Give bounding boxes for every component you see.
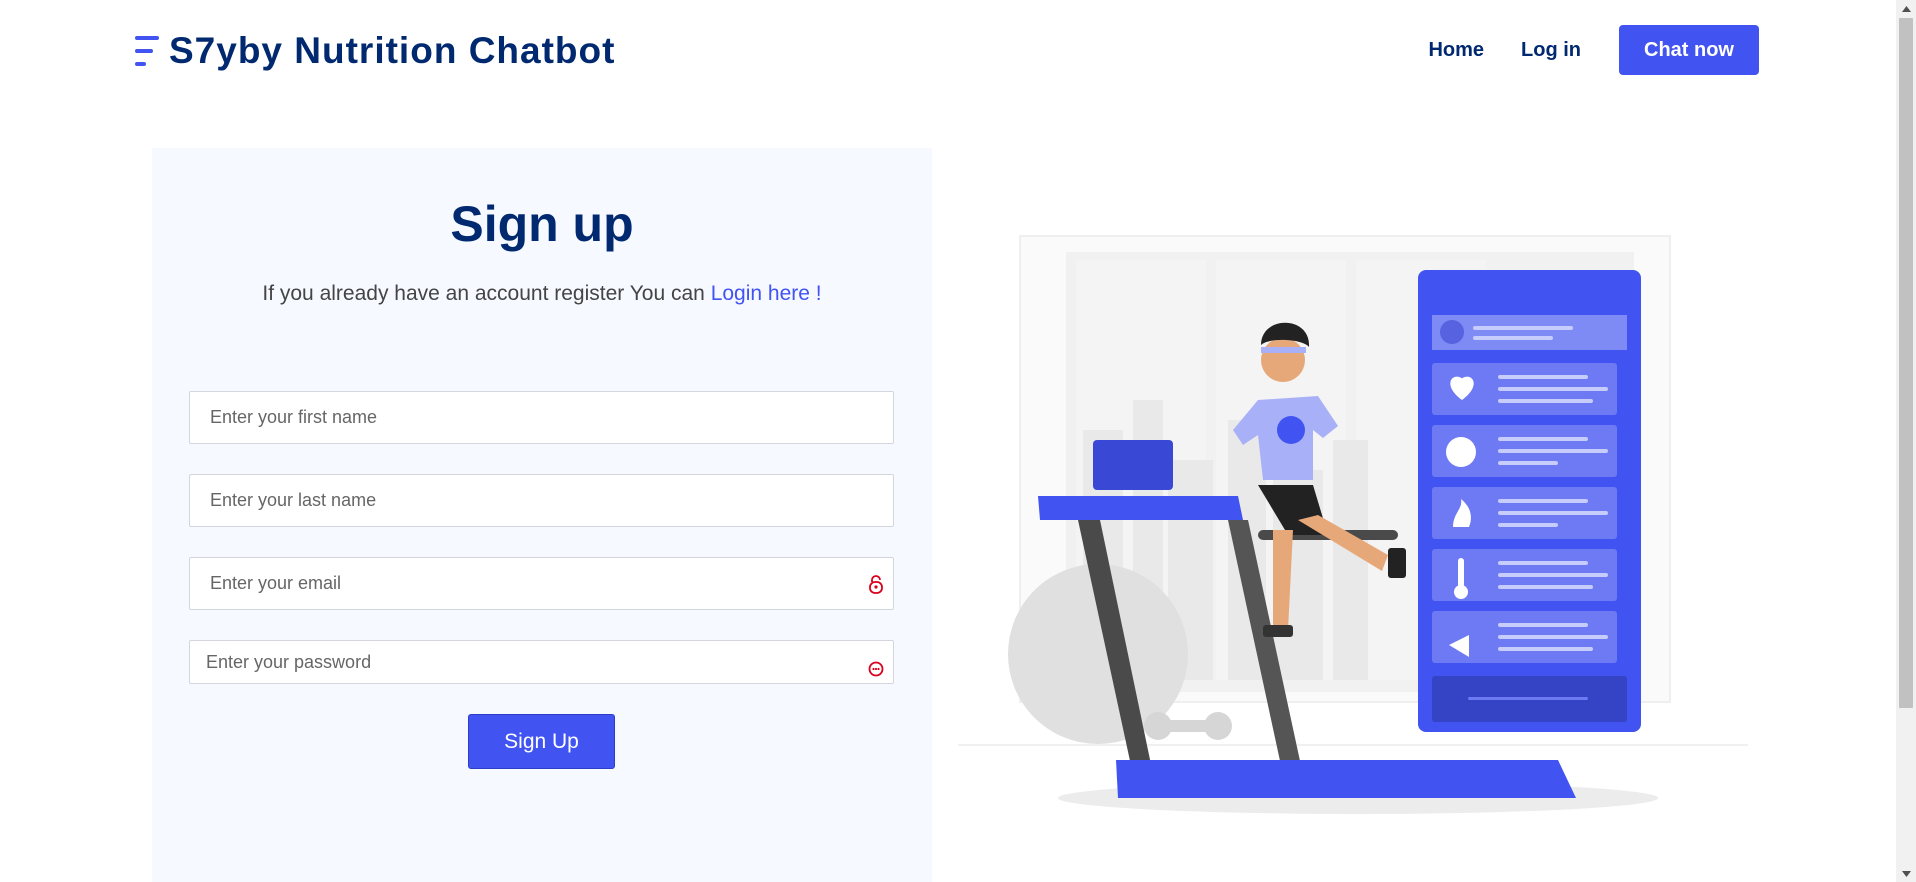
password-input[interactable]	[190, 641, 893, 683]
email-field	[189, 557, 894, 610]
scroll-down-arrow-icon[interactable]	[1896, 865, 1916, 882]
signup-subtitle: If you already have an account register …	[152, 282, 932, 306]
brand-name: S7yby Nutrition Chatbot	[169, 30, 616, 71]
sign-up-button[interactable]: Sign Up	[468, 714, 615, 769]
email-input[interactable]	[190, 558, 893, 609]
scroll-up-arrow-icon[interactable]	[1896, 0, 1916, 17]
nav-login-link[interactable]: Log in	[1521, 39, 1581, 62]
menu-lines-icon	[135, 32, 163, 70]
nav-home-link[interactable]: Home	[1428, 39, 1484, 62]
subtitle-text: If you already have an account register …	[262, 282, 711, 305]
top-nav: Home Log in Chat now	[1428, 25, 1759, 75]
treadmill-fitness-illustration	[958, 235, 1748, 814]
first-name-field	[189, 391, 894, 444]
last-name-input[interactable]	[190, 475, 893, 526]
brand-logo[interactable]: S7yby Nutrition Chatbot	[135, 30, 615, 72]
lock-icon[interactable]	[867, 574, 885, 594]
login-here-link[interactable]: Login here !	[711, 282, 822, 305]
page-title: Sign up	[450, 196, 634, 252]
page-scrollbar[interactable]	[1896, 0, 1916, 882]
scrollbar-thumb[interactable]	[1899, 18, 1913, 708]
last-name-field	[189, 474, 894, 527]
signup-panel: Sign up If you already have an account r…	[152, 148, 932, 882]
chat-now-button[interactable]: Chat now	[1619, 25, 1759, 75]
key-icon[interactable]	[867, 659, 885, 679]
password-field	[189, 640, 894, 684]
first-name-input[interactable]	[190, 392, 893, 443]
